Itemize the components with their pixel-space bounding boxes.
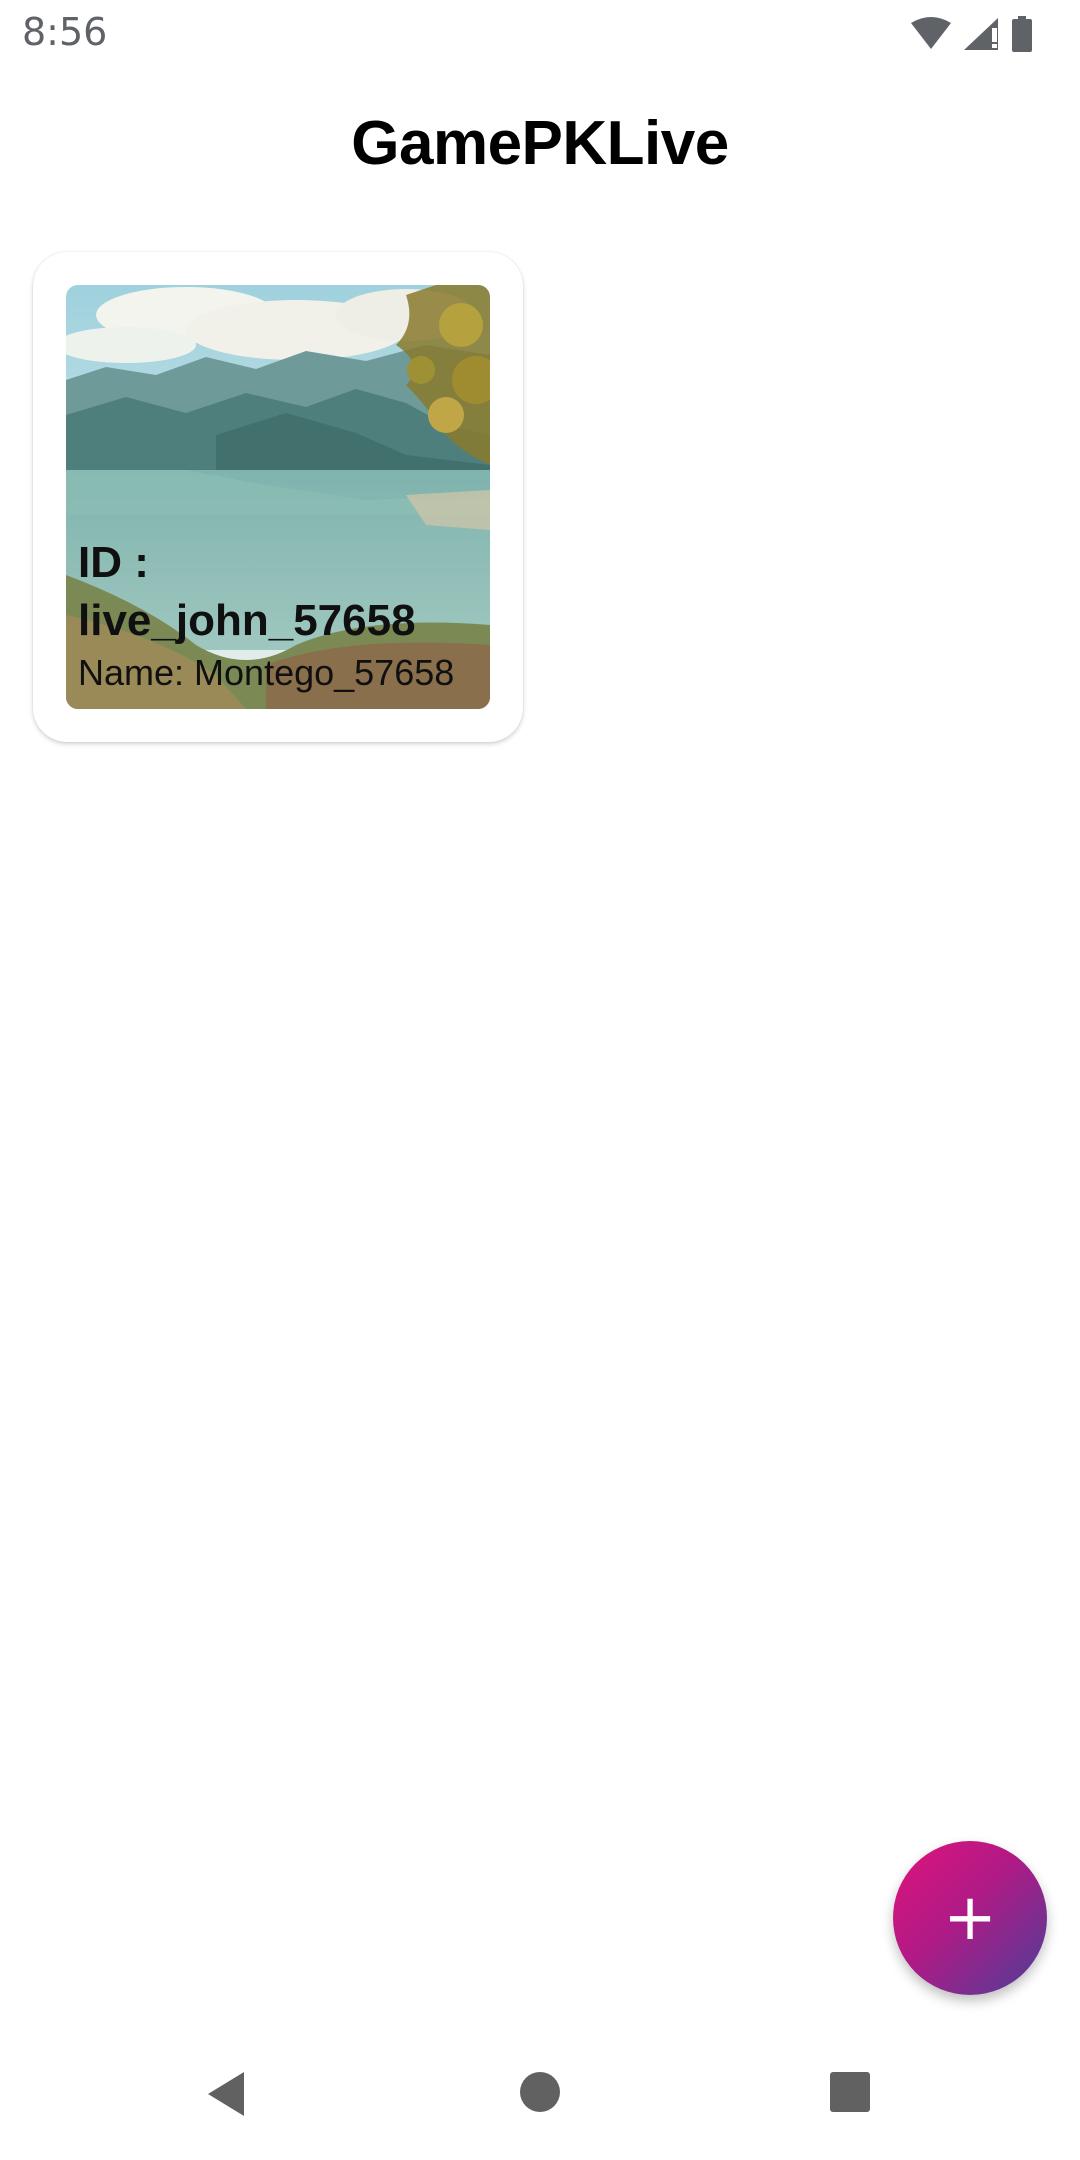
- add-room-button[interactable]: +: [893, 1841, 1047, 1995]
- battery-icon: [1010, 15, 1034, 53]
- navigation-bar: [0, 2040, 1080, 2160]
- room-id-label: ID : live_john_57658: [78, 538, 416, 645]
- home-icon[interactable]: [518, 2070, 562, 2119]
- status-icons: [910, 14, 1034, 54]
- app-screen: 8:56 GamePKLive ID: live_john_57658 Nam…: [0, 0, 1080, 2160]
- back-icon[interactable]: [204, 2070, 248, 2123]
- page-title: GamePKLive: [351, 109, 729, 178]
- plus-icon: +: [943, 1881, 997, 1955]
- recents-icon[interactable]: [828, 2070, 872, 2119]
- cellular-signal-icon: [962, 16, 1000, 52]
- status-time: 8:56: [22, 10, 108, 54]
- status-bar: 8:56: [0, 0, 1080, 66]
- wifi-icon: [910, 17, 952, 51]
- room-name-label: Name: Montego_57658: [78, 652, 455, 693]
- room-card[interactable]: ID : live_john_57658 Name: Montego_57658: [33, 252, 523, 742]
